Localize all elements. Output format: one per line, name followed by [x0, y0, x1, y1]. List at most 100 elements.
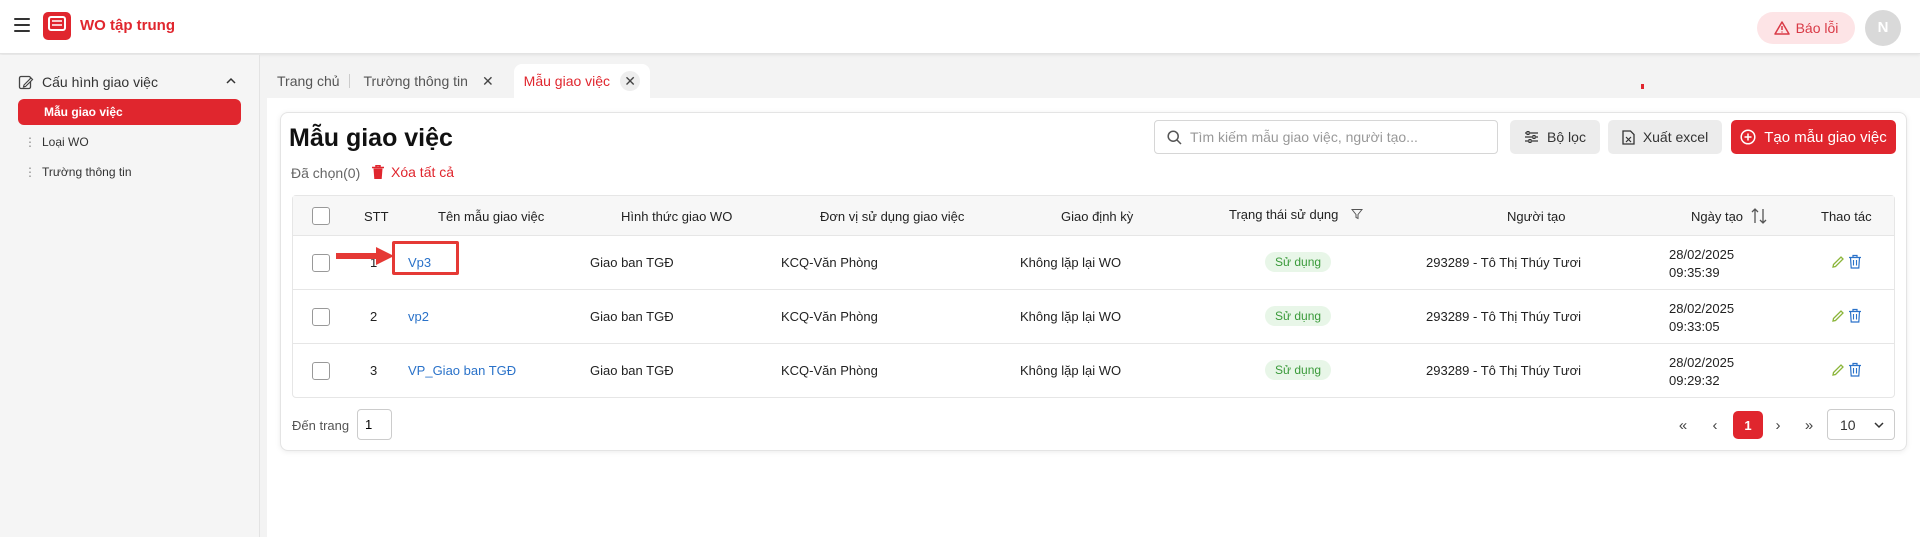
annotation-arrow-icon — [336, 247, 394, 265]
row-checkbox[interactable] — [312, 254, 330, 272]
sidebar-item-label: Trường thông tin — [42, 165, 132, 179]
delete-icon[interactable] — [1848, 362, 1862, 377]
tab-label: Trường thông tin — [363, 73, 468, 89]
delete-icon[interactable] — [1848, 308, 1862, 323]
header-created-date: Ngày tạo — [1691, 209, 1744, 224]
cell-unit: KCQ-Văn Phòng — [781, 255, 878, 270]
page-title: Mẫu giao việc — [289, 124, 453, 152]
header-actions: Thao tác — [1821, 209, 1872, 224]
cell-created-date: 28/02/2025 09:35:39 — [1669, 246, 1734, 282]
edit-document-icon — [18, 75, 34, 90]
prev-page-button[interactable]: ‹ — [1700, 411, 1730, 439]
goto-page-input[interactable] — [357, 409, 392, 440]
create-template-button[interactable]: Tạo mẫu giao việc — [1731, 120, 1896, 154]
chevron-up-icon — [226, 77, 236, 84]
chevron-down-icon — [1874, 422, 1884, 429]
sidebar-item-label: Loại WO — [42, 135, 89, 149]
row-checkbox[interactable] — [312, 308, 330, 326]
edit-icon[interactable] — [1831, 255, 1845, 269]
table-row: 3 VP_Giao ban TGĐ Giao ban TGĐ KCQ-Văn P… — [293, 344, 1894, 398]
annotation-highlight-box — [392, 241, 459, 275]
cell-unit: KCQ-Văn Phòng — [781, 363, 878, 378]
excel-file-icon — [1622, 129, 1635, 145]
plus-circle-icon — [1740, 129, 1756, 145]
sort-icon[interactable] — [1751, 207, 1767, 225]
sidebar-group-label: Cấu hình giao việc — [42, 74, 158, 90]
page-size-value: 10 — [1840, 416, 1856, 433]
selected-count: Đã chọn(0) — [291, 165, 361, 181]
table-row: 2 vp2 Giao ban TGĐ KCQ-Văn Phòng Không l… — [293, 290, 1894, 344]
export-excel-label: Xuất excel — [1642, 129, 1709, 145]
cell-stt: 3 — [370, 363, 378, 378]
trash-icon — [372, 165, 384, 179]
search-input[interactable] — [1190, 129, 1490, 145]
drag-handle-icon: ⋮ — [24, 165, 36, 179]
status-badge: Sử dụng — [1265, 360, 1332, 380]
close-icon[interactable]: ✕ — [482, 73, 494, 90]
close-icon[interactable]: ✕ — [620, 71, 641, 91]
sliders-icon — [1525, 131, 1539, 143]
report-bug-button[interactable]: Báo lỗi — [1757, 12, 1855, 44]
search-box[interactable] — [1154, 120, 1498, 154]
sidebar: Cấu hình giao việc Mẫu giao việc ⋮ Loại … — [0, 55, 260, 537]
cell-form: Giao ban TGĐ — [590, 363, 674, 378]
sidebar-group-config[interactable]: Cấu hình giao việc — [18, 71, 243, 93]
menu-icon[interactable] — [14, 18, 30, 32]
cell-template-name-link[interactable]: VP_Giao ban TGĐ — [408, 363, 516, 378]
cell-unit: KCQ-Văn Phòng — [781, 309, 878, 324]
edit-icon[interactable] — [1831, 309, 1845, 323]
sidebar-item-loai-wo[interactable]: ⋮ Loại WO — [18, 129, 241, 155]
tab-trang-chu[interactable]: Trang chủ — [267, 64, 350, 98]
cell-periodic: Không lặp lại WO — [1020, 363, 1122, 378]
delete-all-button[interactable]: Xóa tất cả — [371, 164, 454, 180]
status-badge: Sử dụng — [1265, 306, 1332, 326]
sidebar-item-label: Mẫu giao việc — [44, 105, 123, 119]
delete-icon[interactable] — [1848, 254, 1862, 269]
goto-page-label: Đến trang — [292, 418, 350, 433]
select-all-checkbox[interactable] — [312, 207, 330, 225]
logo-icon — [48, 16, 66, 31]
created-time: 09:33:05 — [1669, 319, 1720, 334]
row-checkbox[interactable] — [312, 362, 330, 380]
cell-template-name-link[interactable]: vp2 — [408, 309, 429, 324]
cell-created-date: 28/02/2025 09:29:32 — [1669, 354, 1734, 390]
delete-all-label: Xóa tất cả — [391, 164, 455, 180]
header-form: Hình thức giao WO — [621, 209, 733, 224]
cell-creator: 293289 - Tô Thị Thúy Tươi — [1426, 255, 1582, 270]
page-button-current[interactable]: 1 — [1733, 411, 1763, 439]
header-status: Trạng thái sử dụng — [1229, 207, 1339, 222]
header-creator: Người tạo — [1507, 209, 1566, 224]
status-badge: Sử dụng — [1265, 252, 1332, 272]
cell-form: Giao ban TGĐ — [590, 255, 674, 270]
filter-button[interactable]: Bộ lọc — [1510, 120, 1600, 154]
user-avatar[interactable]: N — [1865, 10, 1901, 46]
filter-icon[interactable] — [1351, 208, 1363, 220]
cell-stt: 2 — [370, 309, 378, 324]
next-page-button[interactable]: › — [1763, 411, 1793, 439]
export-excel-button[interactable]: Xuất excel — [1608, 120, 1722, 154]
top-bar: WO tập trung Báo lỗi N — [0, 0, 1920, 54]
last-page-button[interactable]: » — [1794, 411, 1824, 439]
warning-icon — [1773, 21, 1790, 35]
filter-label: Bộ lọc — [1547, 129, 1586, 145]
tab-label: Trang chủ — [277, 73, 340, 89]
tab-truong-thong-tin[interactable]: Trường thông tin ✕ — [350, 64, 504, 98]
tab-bar: Trang chủ Trường thông tin ✕ Mẫu giao vi… — [267, 64, 651, 98]
sidebar-item-mau-giao-viec[interactable]: Mẫu giao việc — [18, 99, 241, 125]
sidebar-item-truong-thong-tin[interactable]: ⋮ Trường thông tin — [18, 159, 241, 185]
drag-handle-icon: ⋮ — [24, 135, 36, 149]
cell-periodic: Không lặp lại WO — [1020, 309, 1122, 324]
table-header: STT Tên mẫu giao việc Hình thức giao WO … — [293, 196, 1894, 236]
cell-creator: 293289 - Tô Thị Thúy Tươi — [1426, 363, 1582, 378]
created-time: 09:29:32 — [1669, 373, 1720, 388]
header-stt: STT — [364, 209, 389, 224]
header-unit: Đơn vị sử dụng giao việc — [820, 209, 965, 224]
tab-mau-giao-viec[interactable]: Mẫu giao việc ✕ — [513, 64, 651, 98]
edit-icon[interactable] — [1831, 363, 1845, 377]
page-size-select[interactable]: 10 — [1827, 409, 1895, 440]
created-time: 09:35:39 — [1669, 265, 1720, 280]
cell-periodic: Không lặp lại WO — [1020, 255, 1122, 270]
header-periodic: Giao định kỳ — [1061, 209, 1134, 224]
search-icon — [1167, 129, 1182, 145]
first-page-button[interactable]: « — [1668, 411, 1698, 439]
